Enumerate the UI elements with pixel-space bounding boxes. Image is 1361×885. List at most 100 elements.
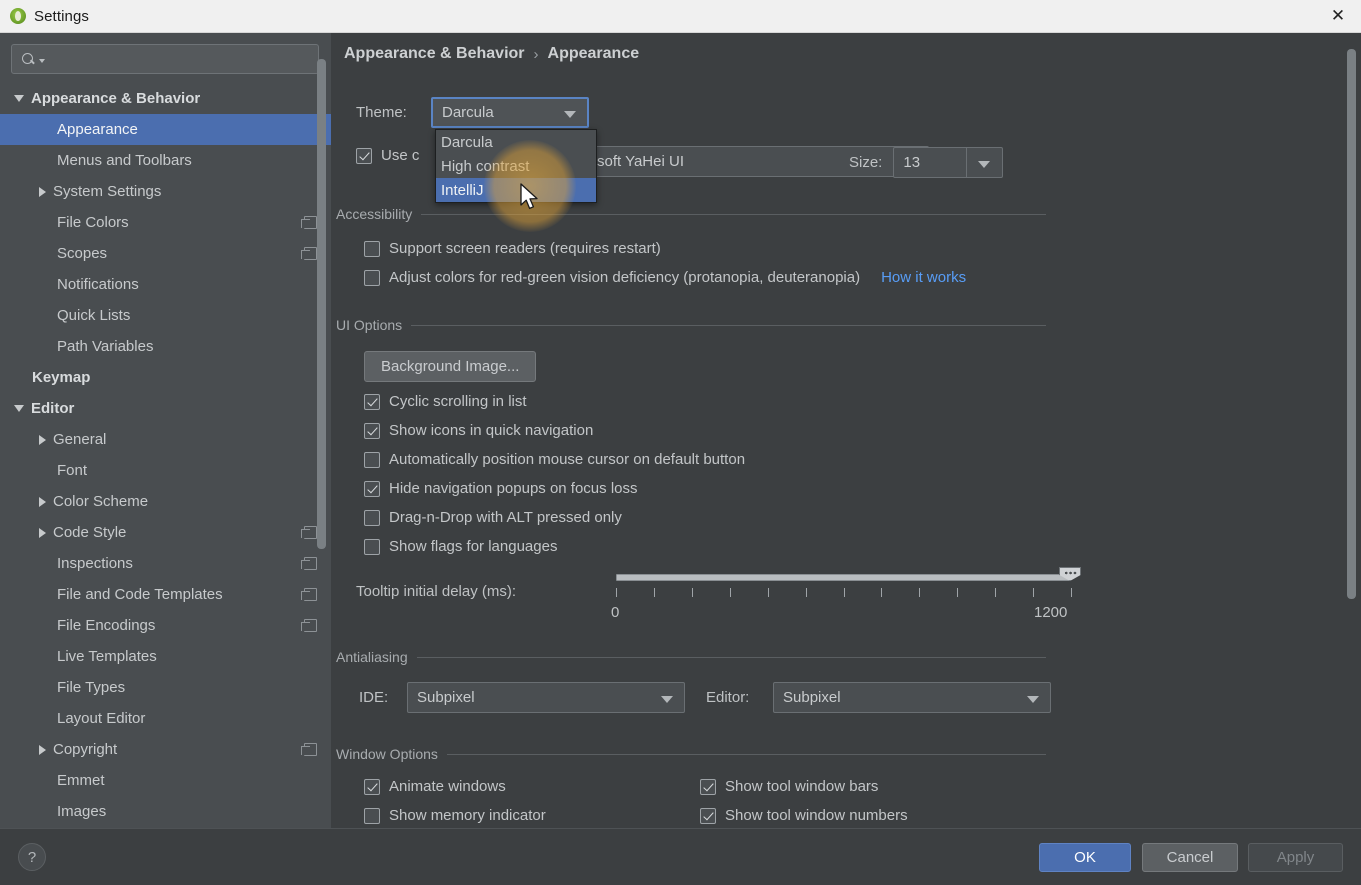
sidebar-item-path-variables[interactable]: Path Variables — [0, 331, 331, 362]
sidebar-item-file-encodings[interactable]: File Encodings — [0, 610, 331, 641]
sidebar-item-appearance-behavior[interactable]: Appearance & Behavior — [0, 83, 331, 114]
project-scope-icon — [301, 526, 317, 539]
sidebar-item-notifications[interactable]: Notifications — [0, 269, 331, 300]
sidebar-item-copyright[interactable]: Copyright — [0, 734, 331, 765]
main-scrollbar-thumb[interactable] — [1347, 49, 1356, 599]
ui-option-cyclic-scrolling-in-list[interactable]: Cyclic scrolling in list — [364, 393, 527, 410]
checkbox-box — [364, 451, 380, 468]
sidebar-scrollbar-thumb[interactable] — [317, 59, 326, 549]
theme-dropdown-popup[interactable]: Darcula High contrast IntelliJ — [435, 129, 597, 203]
sidebar-item-emmet[interactable]: Emmet — [0, 765, 331, 796]
sidebar-item-editor[interactable]: Editor — [0, 393, 331, 424]
project-scope-icon — [301, 588, 317, 601]
apply-button[interactable]: Apply — [1248, 843, 1343, 872]
checkbox-box — [364, 393, 380, 410]
search-input[interactable] — [45, 50, 318, 68]
tooltip-delay-label: Tooltip initial delay (ms): — [356, 583, 517, 600]
slider-tick — [616, 588, 617, 597]
support-screen-readers-checkbox[interactable]: Support screen readers (requires restart… — [364, 240, 661, 257]
ui-option-hide-navigation-popups-on-focus-loss[interactable]: Hide navigation popups on focus loss — [364, 480, 638, 497]
chevron-down-icon[interactable] — [14, 405, 24, 412]
theme-option-high-contrast[interactable]: High contrast — [436, 154, 596, 178]
chevron-down-icon[interactable] — [14, 95, 24, 102]
chevron-right-icon[interactable] — [39, 744, 46, 755]
settings-tree: Appearance & Behavior Appearance Menus and… — [0, 83, 331, 827]
sidebar-item-label: Images — [57, 803, 107, 820]
sidebar-item-label: Layout Editor — [57, 710, 146, 727]
ui-option-drag-n-drop-with-alt-pressed-only[interactable]: Drag-n-Drop with ALT pressed only — [364, 509, 622, 526]
settings-main-panel: Appearance & Behavior › Appearance Theme… — [331, 33, 1361, 828]
sidebar-item-menus-and-toolbars[interactable]: Menus and Toolbars — [0, 145, 331, 176]
use-custom-font-checkbox[interactable]: Use c — [356, 147, 419, 164]
sidebar-item-file-colors[interactable]: File Colors — [0, 207, 331, 238]
close-icon[interactable]: ✕ — [1315, 0, 1361, 32]
sidebar-item-live-templates[interactable]: Live Templates — [0, 641, 331, 672]
sidebar-item-general[interactable]: General — [0, 424, 331, 455]
adjust-colors-checkbox[interactable]: Adjust colors for red-green vision defic… — [364, 269, 966, 286]
chevron-right-icon[interactable] — [39, 496, 46, 507]
ui-option-automatically-position-mouse-cursor-on-default-button[interactable]: Automatically position mouse cursor on d… — [364, 451, 745, 468]
sidebar-item-quick-lists[interactable]: Quick Lists — [0, 300, 331, 331]
divider — [421, 213, 1046, 215]
sidebar-item-font[interactable]: Font — [0, 455, 331, 486]
breadcrumb-root[interactable]: Appearance & Behavior — [344, 45, 525, 63]
sidebar-item-label: Keymap — [32, 369, 91, 386]
chevron-right-icon[interactable] — [39, 186, 46, 197]
theme-selected-value: Darcula — [442, 104, 494, 121]
sidebar-item-color-scheme[interactable]: Color Scheme — [0, 486, 331, 517]
project-scope-icon — [301, 216, 317, 229]
window-option-show-memory-indicator[interactable]: Show memory indicator — [364, 807, 546, 824]
sidebar-item-label: Inspections — [57, 555, 133, 572]
help-icon[interactable]: ? — [18, 843, 46, 871]
intellij-logo-icon — [10, 8, 26, 24]
sidebar-item-file-and-code-templates[interactable]: File and Code Templates — [0, 579, 331, 610]
search-icon — [22, 52, 37, 67]
window-option-show-tool-window-bars[interactable]: Show tool window bars — [700, 778, 878, 795]
font-size-select[interactable]: 13 — [893, 147, 1004, 178]
ok-button[interactable]: OK — [1039, 843, 1131, 872]
sidebar-item-label: File and Code Templates — [57, 586, 223, 603]
theme-option-darcula[interactable]: Darcula — [436, 130, 596, 154]
how-it-works-link[interactable]: How it works — [881, 269, 966, 286]
window-options-group-header: Window Options — [336, 746, 1046, 762]
slider-tick — [1071, 588, 1072, 597]
window-option-animate-windows[interactable]: Animate windows — [364, 778, 506, 795]
ui-option-show-flags-for-languages[interactable]: Show flags for languages — [364, 538, 557, 555]
sidebar-item-system-settings[interactable]: System Settings — [0, 176, 331, 207]
ui-option-show-icons-in-quick-navigation[interactable]: Show icons in quick navigation — [364, 422, 593, 439]
chevron-right-icon[interactable] — [39, 434, 46, 445]
window-option-show-tool-window-numbers[interactable]: Show tool window numbers — [700, 807, 908, 824]
slider-tick — [919, 588, 921, 597]
sidebar-item-code-style[interactable]: Code Style — [0, 517, 331, 548]
editor-antialiasing-select[interactable]: Subpixel — [773, 682, 1051, 713]
checkbox-box — [700, 778, 716, 795]
ide-antialiasing-select[interactable]: Subpixel — [407, 682, 685, 713]
checkbox-box — [364, 509, 380, 526]
sidebar-item-label: Font — [57, 462, 88, 479]
tooltip-delay-slider-track[interactable] — [616, 574, 1071, 581]
project-scope-icon — [301, 743, 317, 756]
window-option-label: Show memory indicator — [389, 807, 546, 824]
ui-option-label: Hide navigation popups on focus loss — [389, 480, 638, 497]
settings-sidebar: Appearance & Behavior Appearance Menus and… — [0, 33, 331, 828]
search-box[interactable] — [11, 44, 319, 74]
sidebar-item-scopes[interactable]: Scopes — [0, 238, 331, 269]
background-image-button[interactable]: Background Image... — [364, 351, 537, 382]
cancel-button[interactable]: Cancel — [1142, 843, 1238, 872]
checkbox-box — [364, 807, 380, 824]
sidebar-item-appearance[interactable]: Appearance — [0, 114, 331, 145]
divider — [411, 324, 1046, 326]
ide-antialiasing-row: IDE: Subpixel — [359, 682, 685, 713]
window-option-label: Show tool window numbers — [725, 807, 908, 824]
sidebar-item-layout-editor[interactable]: Layout Editor — [0, 703, 331, 734]
theme-select[interactable]: Darcula — [431, 97, 589, 128]
sidebar-item-images[interactable]: Images — [0, 796, 331, 827]
breadcrumb: Appearance & Behavior › Appearance — [344, 45, 639, 63]
window-title: Settings — [34, 7, 89, 25]
theme-option-intellij[interactable]: IntelliJ — [436, 178, 596, 202]
chevron-down-icon — [661, 695, 673, 703]
chevron-right-icon[interactable] — [39, 527, 46, 538]
sidebar-item-keymap[interactable]: Keymap — [0, 362, 331, 393]
sidebar-item-file-types[interactable]: File Types — [0, 672, 331, 703]
sidebar-item-inspections[interactable]: Inspections — [0, 548, 331, 579]
